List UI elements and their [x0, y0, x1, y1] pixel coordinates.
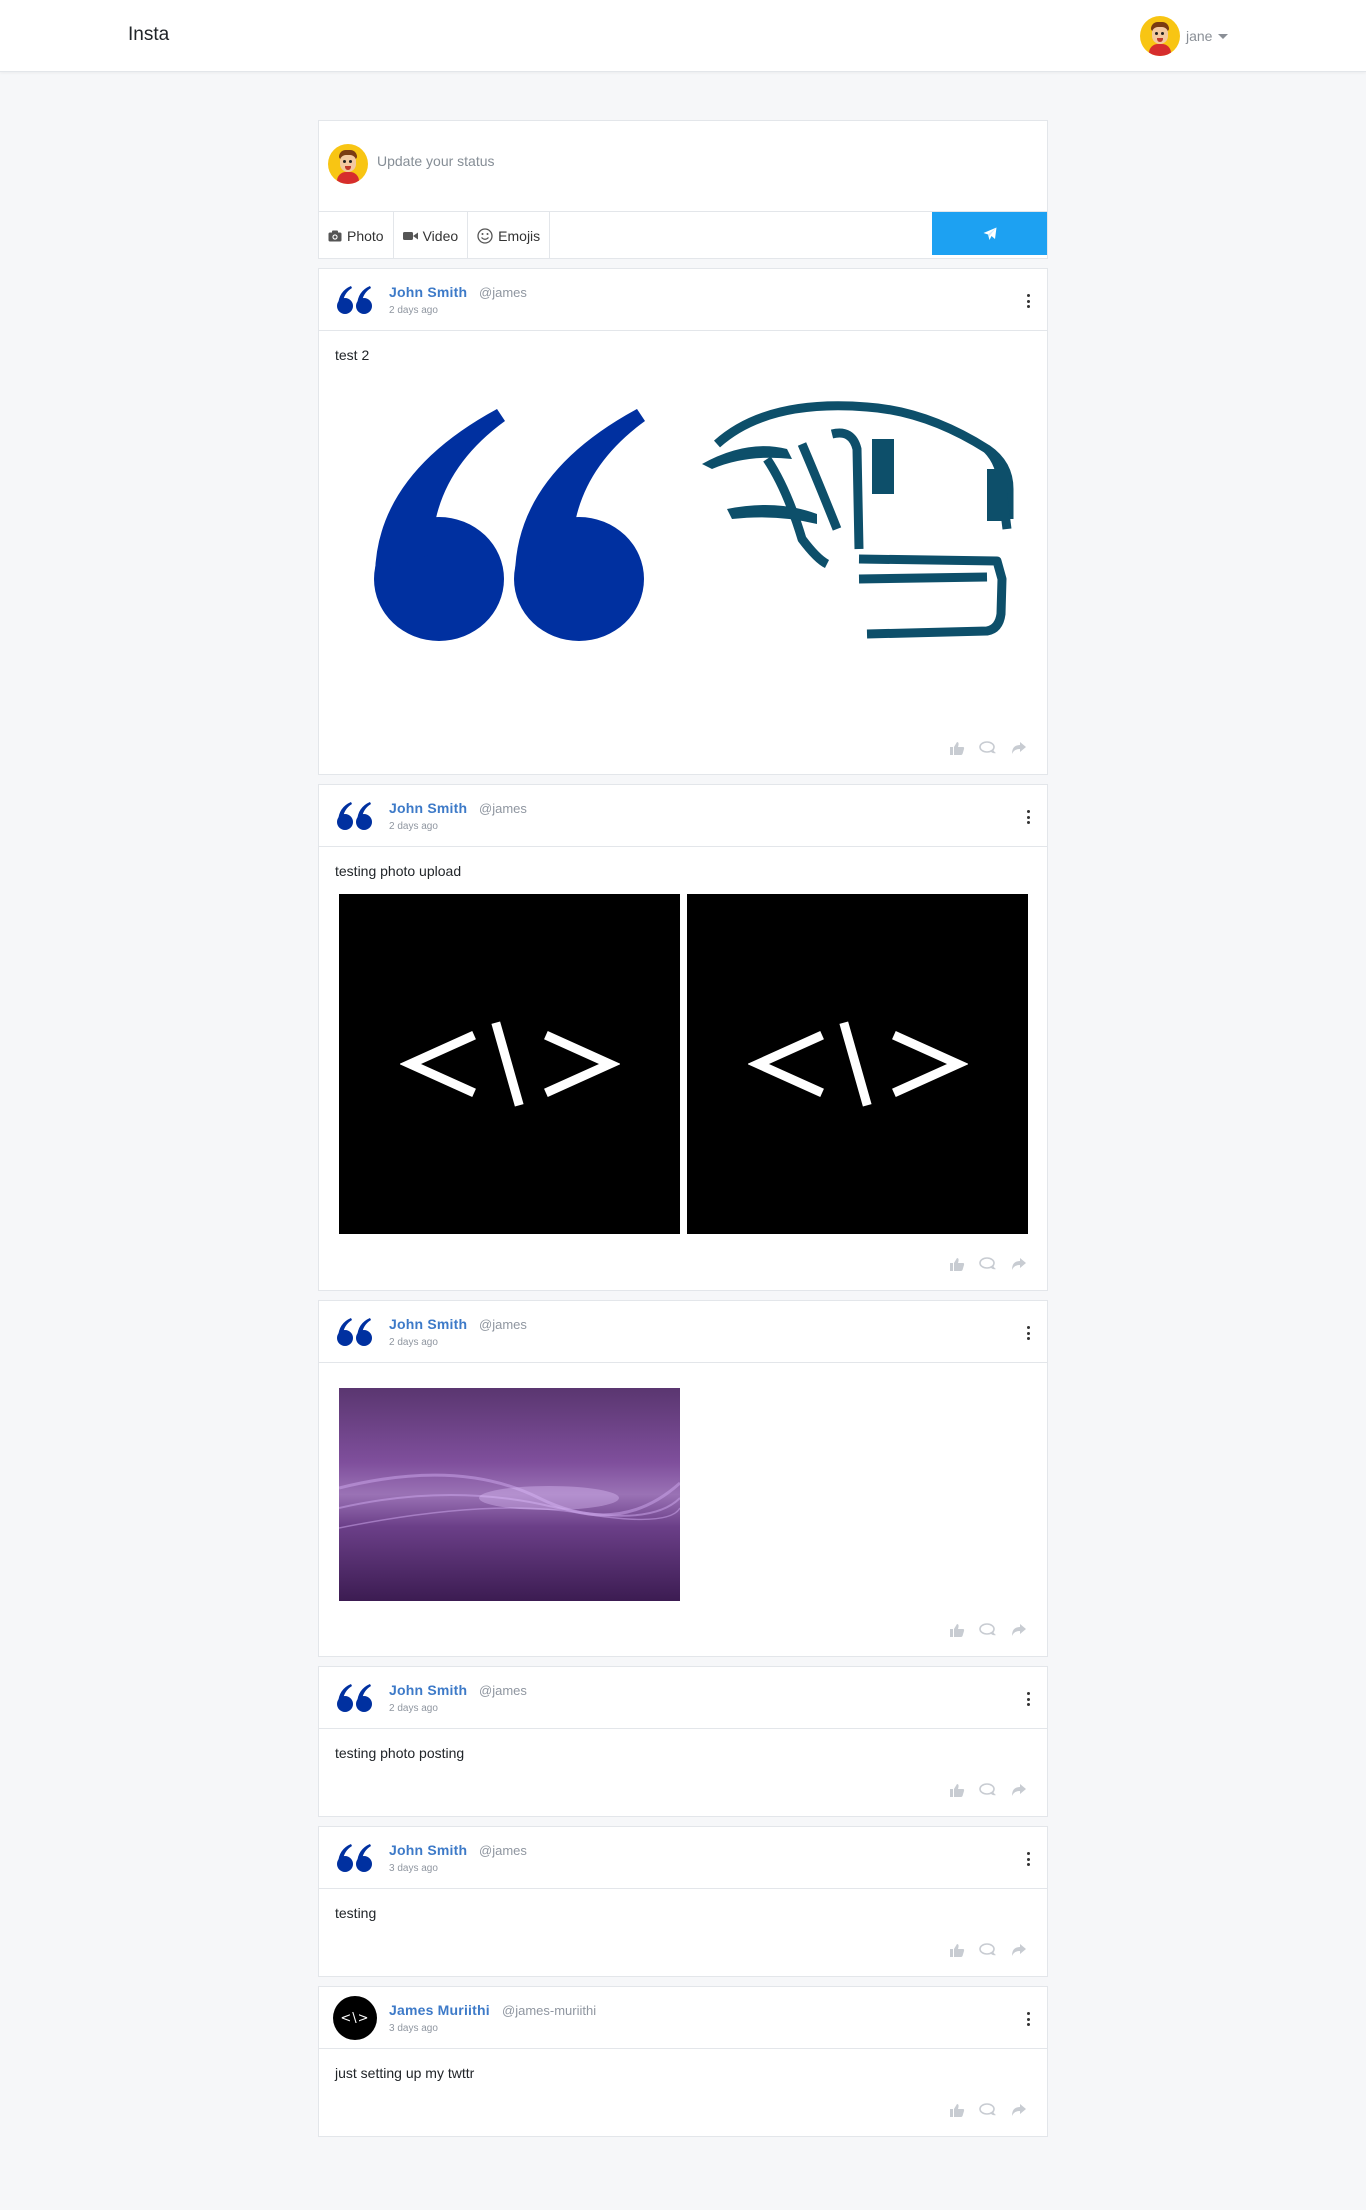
quote-icon [337, 1844, 372, 1872]
composer-toolbar: Photo Video Emojis [319, 211, 1047, 259]
like-icon[interactable] [949, 1783, 965, 1802]
navbar: Insta jane [0, 0, 1366, 72]
share-icon[interactable] [1011, 1943, 1027, 1962]
author-name[interactable]: John Smith [389, 284, 467, 300]
send-button[interactable] [932, 212, 1047, 255]
post-header: John Smith @james 2 days ago [319, 1301, 1047, 1363]
like-icon[interactable] [949, 741, 965, 760]
author-name[interactable]: James Muriithi [389, 2002, 490, 2018]
more-options-icon[interactable] [1023, 2011, 1033, 2027]
post-text: testing photo posting [335, 1745, 465, 1761]
post-timestamp: 2 days ago [389, 305, 438, 316]
post-card: John Smith @james 2 days ago testing pho… [318, 784, 1048, 1291]
caret-down-icon [1218, 33, 1229, 39]
post-card: <\> James Muriithi @james-muriithi 3 day… [318, 1986, 1048, 2137]
author-handle[interactable]: @james [479, 1317, 527, 1332]
code-avatar-icon: <\> [333, 1996, 377, 2040]
post-header: John Smith @james 2 days ago [319, 269, 1047, 331]
comment-icon[interactable] [979, 1783, 997, 1802]
comment-icon[interactable] [979, 1257, 997, 1276]
author-handle[interactable]: @james [479, 1683, 527, 1698]
like-icon[interactable] [949, 2103, 965, 2122]
status-input[interactable] [377, 141, 1027, 181]
smiley-icon [477, 227, 493, 244]
photo-label: Photo [347, 227, 384, 244]
like-icon[interactable] [949, 1623, 965, 1642]
status-composer: Photo Video Emojis [318, 120, 1048, 259]
post-actions [949, 2103, 1027, 2122]
comment-icon[interactable] [979, 1943, 997, 1962]
more-options-icon[interactable] [1023, 293, 1033, 309]
post-card: John Smith @james 2 days ago [318, 1300, 1048, 1657]
photo-button[interactable]: Photo [319, 212, 394, 259]
author-name[interactable]: John Smith [389, 1842, 467, 1858]
post-timestamp: 2 days ago [389, 1703, 438, 1714]
share-icon[interactable] [1011, 1783, 1027, 1802]
post-actions [949, 1257, 1027, 1276]
author-name[interactable]: John Smith [389, 1316, 467, 1332]
post-timestamp: 3 days ago [389, 1863, 438, 1874]
username: jane [1186, 28, 1213, 44]
post-timestamp: 2 days ago [389, 1337, 438, 1348]
quote-icon [337, 286, 372, 314]
emojis-label: Emojis [498, 227, 541, 244]
post-header: <\> James Muriithi @james-muriithi 3 day… [319, 1987, 1047, 2049]
author-handle[interactable]: @james [479, 801, 527, 816]
more-options-icon[interactable] [1023, 1691, 1033, 1707]
post-header: John Smith @james 2 days ago [319, 1667, 1047, 1729]
author-handle[interactable]: @james-muriithi [502, 2003, 596, 2018]
code-logo-image[interactable] [687, 894, 1028, 1234]
post-header: John Smith @james 3 days ago [319, 1827, 1047, 1889]
comment-icon[interactable] [979, 1623, 997, 1642]
emojis-button[interactable]: Emojis [468, 212, 551, 259]
comment-icon[interactable] [979, 2103, 997, 2122]
quote-icon [337, 1684, 372, 1712]
comment-icon[interactable] [979, 741, 997, 760]
post-card: John Smith @james 3 days ago testing [318, 1826, 1048, 1977]
purple-wallpaper-image[interactable] [339, 1388, 680, 1601]
camera-icon [328, 230, 342, 241]
post-actions [949, 1623, 1027, 1642]
cartoon-avatar [328, 144, 368, 184]
post-text: just setting up my twttr [335, 2065, 475, 2081]
post-card: John Smith @james 2 days ago test 2 [318, 268, 1048, 775]
share-icon[interactable] [1011, 2103, 1027, 2122]
more-options-icon[interactable] [1023, 809, 1033, 825]
video-label: Video [422, 227, 459, 244]
video-button[interactable]: Video [394, 212, 469, 259]
post-header: John Smith @james 2 days ago [319, 785, 1047, 847]
paper-plane-icon [983, 227, 996, 240]
post-text: test 2 [335, 347, 370, 363]
more-options-icon[interactable] [1023, 1325, 1033, 1341]
quote-marks-image [374, 401, 1014, 641]
like-icon[interactable] [949, 1257, 965, 1276]
code-logo-image[interactable] [339, 894, 680, 1234]
post-actions [949, 1943, 1027, 1962]
share-icon[interactable] [1011, 741, 1027, 760]
post-timestamp: 2 days ago [389, 821, 438, 832]
author-name[interactable]: John Smith [389, 800, 467, 816]
post-image[interactable] [347, 379, 1037, 699]
video-icon [402, 231, 418, 240]
user-menu[interactable]: jane [1140, 16, 1229, 56]
post-timestamp: 3 days ago [389, 2023, 438, 2034]
quote-icon [337, 1318, 372, 1346]
author-name[interactable]: John Smith [389, 1682, 467, 1698]
post-text: testing photo upload [335, 863, 462, 879]
author-handle[interactable]: @james [479, 1843, 527, 1858]
share-icon[interactable] [1011, 1623, 1027, 1642]
post-card: John Smith @james 2 days ago testing pho… [318, 1666, 1048, 1817]
like-icon[interactable] [949, 1943, 965, 1962]
author-handle[interactable]: @james [479, 285, 527, 300]
cartoon-avatar [1140, 16, 1180, 56]
more-options-icon[interactable] [1023, 1851, 1033, 1867]
post-actions [949, 741, 1027, 760]
post-text: testing [335, 1905, 377, 1921]
quote-icon [337, 802, 372, 830]
share-icon[interactable] [1011, 1257, 1027, 1276]
brand-logo[interactable]: Insta [128, 24, 169, 46]
post-actions [949, 1783, 1027, 1802]
